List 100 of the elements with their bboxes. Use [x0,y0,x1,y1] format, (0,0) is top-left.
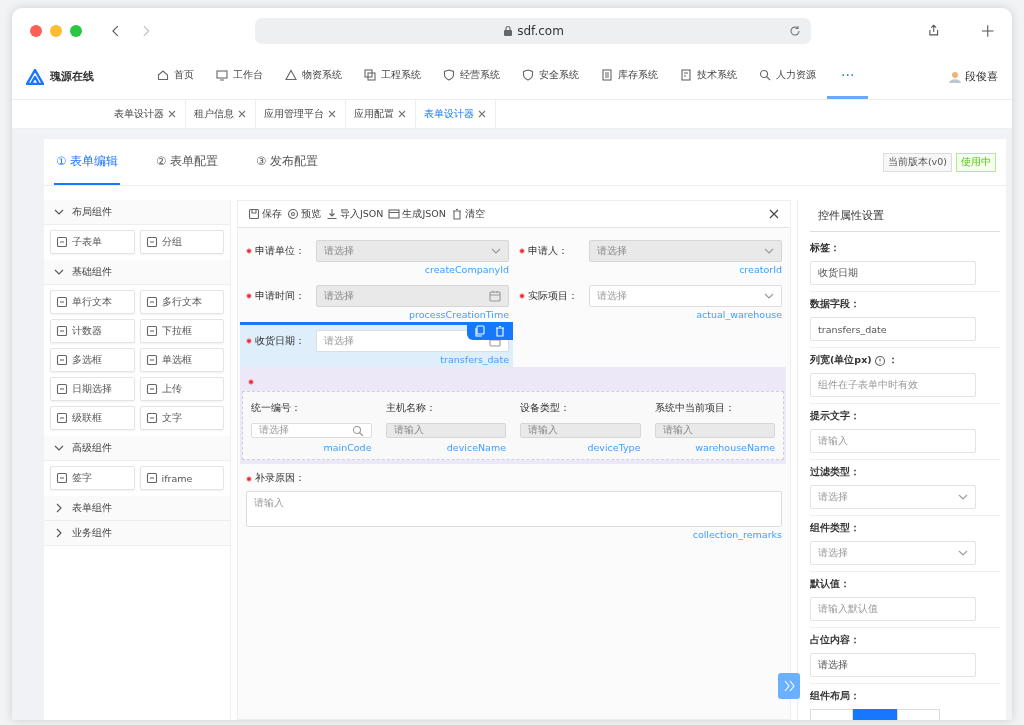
chevron-down-icon [54,207,64,217]
property-label: 标签： [810,242,840,255]
page-tab[interactable]: 应用配置 [346,100,416,128]
save-icon [248,208,260,220]
plus-icon[interactable] [980,24,994,38]
field-row[interactable]: 补录原因： 请输入 collection_remarks [240,464,786,542]
chevron-down-icon [958,548,968,558]
component-item[interactable]: 多选框 [50,348,135,372]
property-label: ： [887,354,898,367]
close-icon[interactable] [397,109,407,119]
field-key: mainCode [323,442,372,453]
eye-icon [287,208,299,220]
field-label: 补录原因： [255,472,305,485]
component-item[interactable]: 下拉框 [139,319,224,343]
chevron-right-icon [54,503,64,513]
field-key: deviceType [587,442,641,453]
chevron-down-icon [958,492,968,502]
field-key: processCreationTime [409,309,509,320]
status-tag: 使用中 [956,152,996,172]
reload-icon[interactable] [789,25,801,37]
chevron-down-icon [764,246,774,256]
component-item[interactable]: 单选框 [139,348,224,372]
component-item[interactable]: 子表单 [50,230,135,254]
toolbar-button[interactable]: 清空 [450,207,485,221]
close-icon[interactable] [327,109,337,119]
component-item[interactable]: 计数器 [50,319,135,343]
nav-item[interactable]: 首页 [146,54,205,99]
component-item[interactable]: 签字 [50,466,135,490]
toolbar-button[interactable]: 预览 [287,207,321,221]
property-label: 组件类型： [810,522,860,535]
window-control[interactable] [70,25,82,37]
field-key: createCompanyId [424,264,509,275]
component-item[interactable]: 多行文本 [139,290,224,314]
nav-item[interactable]: 人力资源 [748,54,827,99]
address-bar[interactable]: sdf.com [255,18,811,44]
nav-item[interactable]: 工程系统 [353,54,432,99]
window-icon [388,208,401,220]
nav-item[interactable]: 工作台 [205,54,274,99]
nav-item[interactable]: 技术系统 [669,54,748,99]
copy-icon[interactable] [474,325,486,337]
chevron-down-icon [54,267,64,277]
home-icon [157,69,169,81]
component-item[interactable]: iframe [139,466,224,490]
square-icon [145,325,158,337]
input-field[interactable]: transfers_date [810,317,976,341]
group-header[interactable]: 基础组件 [44,260,230,285]
step-tab[interactable]: ③ 发布配置 [253,139,320,185]
input-field[interactable]: 收货日期 [810,261,976,285]
component-item[interactable]: 单行文本 [50,290,135,314]
field-label: 申请单位： [255,244,305,258]
group-header[interactable]: 布局组件 [44,200,230,225]
document-icon [601,69,613,81]
page-tab[interactable]: 租户信息 [186,100,256,128]
avatar-icon [948,69,962,84]
window-control[interactable] [30,25,42,37]
nav-item[interactable]: 物资系统 [274,54,353,99]
property-label: 过滤类型： [810,466,860,479]
page-tab[interactable]: 表单设计器 [416,100,496,128]
field-key: warehouseName [695,442,775,453]
component-item[interactable]: 文字 [139,406,224,430]
component-item[interactable]: 级联框 [50,406,135,430]
square-icon [145,354,158,366]
field-key: deviceName [446,442,506,453]
document-icon [680,69,692,81]
property-label: 列宽(单位px) [810,354,872,367]
toolbar-button[interactable]: 保存 [248,207,282,221]
toolbar-button[interactable]: 导入JSON [326,207,384,221]
version-tag: 当前版本(v0) [882,152,952,172]
nav-item[interactable]: ··· [827,54,869,99]
property-label: 占位内容： [810,634,860,647]
field-label: 统一编号： [251,402,302,415]
chevron-down-icon [54,443,64,453]
user-name[interactable]: 段俊喜 [965,69,998,84]
component-item[interactable]: 上传 [139,377,224,401]
url-text: sdf.com [517,24,564,38]
square-icon [56,236,68,248]
share-icon[interactable] [927,24,941,38]
square-icon [145,236,158,248]
step-tab[interactable]: ② 表单配置 [153,139,220,185]
field-key: collection_remarks [692,529,782,540]
nav-item[interactable]: 经营系统 [432,54,511,99]
component-item[interactable]: 日期选择 [50,377,135,401]
toolbar-button[interactable]: 生成JSON [388,207,446,221]
close-icon[interactable] [768,208,780,220]
nav-item[interactable]: 安全系统 [511,54,590,99]
nav-item[interactable]: 库存系统 [590,54,669,99]
field-key: actual_warehouse [696,309,782,320]
group-header[interactable]: 表单组件 [44,496,230,521]
group-header[interactable]: 业务组件 [44,521,230,546]
close-icon[interactable] [477,109,487,119]
page-tab[interactable]: 表单设计器 [106,100,186,128]
page-tab[interactable]: 应用管理平台 [256,100,346,128]
field-row[interactable]: 实际项目： 请选择 actual_warehouse [513,277,786,322]
close-icon[interactable] [237,109,247,119]
group-header[interactable]: 高级组件 [44,436,230,461]
close-icon[interactable] [167,109,177,119]
component-item[interactable]: 分组 [139,230,224,254]
field-label: 设备类型： [520,402,571,415]
input-field[interactable]: 请选择 [810,653,976,677]
trash-icon[interactable] [494,325,506,337]
